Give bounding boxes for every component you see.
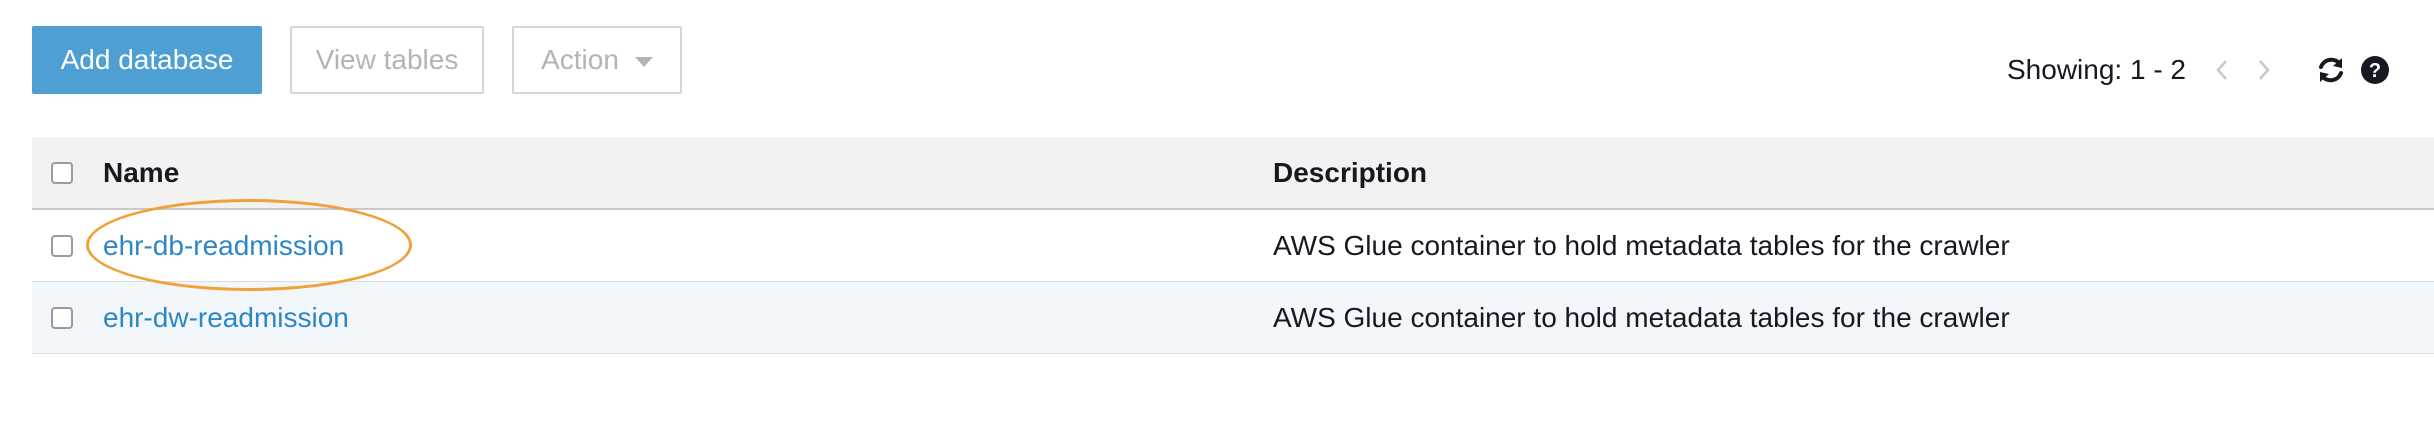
caret-down-icon — [634, 56, 653, 67]
chevron-right-icon[interactable] — [2250, 55, 2278, 85]
name-cell: ehr-dw-readmission — [103, 302, 1273, 334]
database-description: AWS Glue container to hold metadata tabl… — [1273, 301, 2010, 333]
view-tables-button[interactable]: View tables — [290, 26, 484, 94]
action-dropdown-button[interactable]: Action — [512, 26, 682, 94]
row-select-cell — [32, 234, 103, 257]
table-header-row: Name Description — [32, 137, 2434, 210]
showing-count: Showing: 1 - 2 — [2007, 54, 2186, 85]
refresh-icon[interactable] — [2316, 55, 2346, 85]
row-checkbox[interactable] — [51, 306, 73, 329]
column-header-description[interactable]: Description — [1273, 157, 2434, 189]
help-icon[interactable]: ? — [2360, 55, 2390, 85]
databases-table: Name Description ehr-db-readmission AWS … — [32, 137, 2434, 354]
description-cell: AWS Glue container to hold metadata tabl… — [1273, 230, 2434, 262]
pagination-controls: Showing: 1 - 2 ? — [2007, 52, 2390, 88]
action-label: Action — [541, 44, 619, 75]
column-header-name[interactable]: Name — [103, 157, 1273, 189]
add-database-button[interactable]: Add database — [32, 26, 262, 94]
name-cell: ehr-db-readmission — [103, 230, 1273, 262]
row-select-cell — [32, 306, 103, 329]
row-checkbox[interactable] — [51, 234, 73, 257]
svg-text:?: ? — [2369, 60, 2381, 82]
table-row[interactable]: ehr-db-readmission AWS Glue container to… — [32, 210, 2434, 282]
database-link[interactable]: ehr-db-readmission — [103, 230, 344, 261]
table-row[interactable]: ehr-dw-readmission AWS Glue container to… — [32, 282, 2434, 354]
select-all-checkbox[interactable] — [51, 161, 73, 184]
database-link[interactable]: ehr-dw-readmission — [103, 302, 349, 333]
toolbar: Add database View tables Action — [32, 26, 682, 94]
database-description: AWS Glue container to hold metadata tabl… — [1273, 229, 2010, 261]
description-cell: AWS Glue container to hold metadata tabl… — [1273, 302, 2434, 334]
chevron-left-icon[interactable] — [2208, 55, 2236, 85]
select-all-cell — [32, 161, 103, 184]
